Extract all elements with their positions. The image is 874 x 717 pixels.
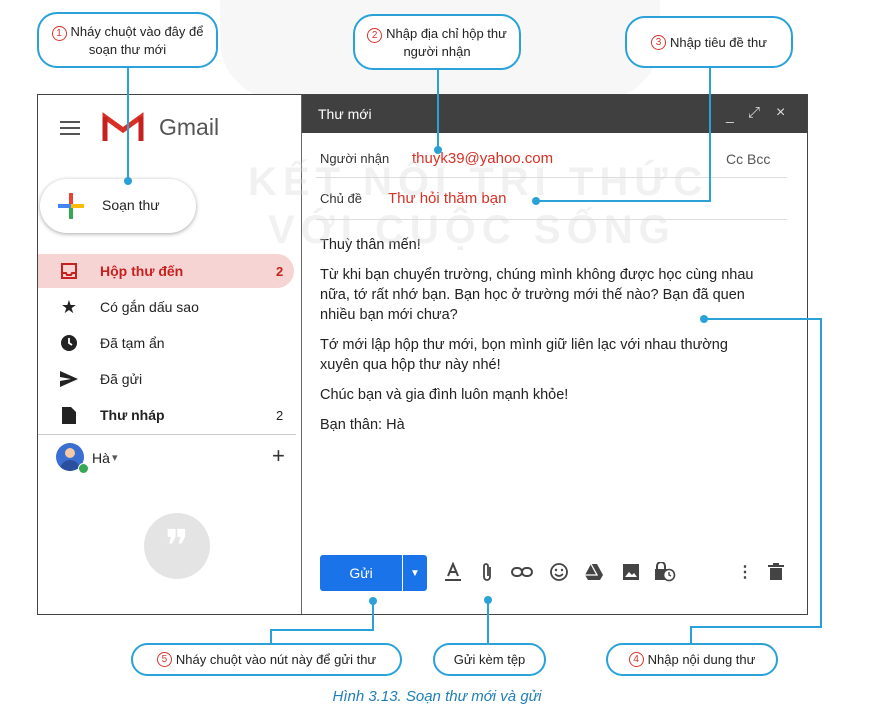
- callout-5-dot: [369, 597, 377, 605]
- formatting-icon[interactable]: [442, 561, 464, 583]
- sidebar-item-sent[interactable]: Đã gửi: [38, 362, 298, 396]
- attach-dot: [484, 596, 492, 604]
- callout-4-connector-h2: [690, 626, 822, 628]
- compose-header: Thư mới _ ⤢ ×: [302, 95, 807, 133]
- callout-send: 5 Nháy chuột vào nút này để gửi thư: [131, 643, 402, 676]
- send-button[interactable]: Gửi: [320, 555, 402, 591]
- emoji-icon[interactable]: [548, 561, 570, 583]
- callout-5-connector-h: [270, 629, 374, 631]
- callout-2-dot: [434, 146, 442, 154]
- confidential-mode-icon[interactable]: [654, 561, 676, 583]
- inbox-count: 2: [276, 263, 284, 279]
- clock-icon: [59, 333, 79, 353]
- body-paragraph: Chúc bạn và gia đình luôn mạnh khỏe!: [320, 387, 569, 403]
- callout-4-connector-v2: [690, 626, 692, 644]
- callout-recipient: 2 Nhập địa chỉ hộp thư người nhận: [353, 14, 521, 70]
- body-paragraph: Tớ mới lập hộp thư mới, bọn mình giữ liê…: [320, 337, 728, 373]
- callout-number: 4: [628, 652, 644, 667]
- callout-4-dot: [700, 315, 708, 323]
- body-signature: Bạn thân: Hà: [320, 417, 405, 433]
- sidebar-item-label: Đã gửi: [100, 371, 143, 387]
- more-options-icon[interactable]: ⋮: [734, 561, 756, 583]
- compose-button[interactable]: Soạn thư: [40, 179, 196, 233]
- sidebar-divider: [38, 434, 296, 435]
- attach-icon[interactable]: [476, 561, 498, 583]
- hangouts-icon: ❞: [144, 513, 210, 579]
- sidebar-item-label: Đã tạm ẩn: [100, 335, 165, 351]
- callout-3-connector-h: [536, 200, 711, 202]
- callout-subject: 3 Nhập tiêu đề thư: [625, 16, 793, 68]
- callout-text: Nhập địa chỉ hộp thư người nhận: [386, 25, 507, 59]
- menu-icon[interactable]: [60, 121, 80, 137]
- user-name[interactable]: Hà: [92, 450, 110, 466]
- expand-icon[interactable]: ⤢: [748, 104, 760, 121]
- callout-text: Gửi kèm tệp: [453, 652, 526, 667]
- sidebar-item-inbox[interactable]: Hộp thư đến 2: [38, 254, 298, 288]
- sidebar-item-label: Hộp thư đến: [100, 263, 184, 279]
- callout-compose: 1 Nháy chuột vào đây để soạn thư mới: [37, 12, 218, 68]
- drive-icon[interactable]: [583, 561, 605, 583]
- callout-text: Nhập tiêu đề thư: [670, 34, 767, 50]
- sidebar-item-label: Có gắn dấu sao: [100, 299, 199, 315]
- callout-number: 5: [156, 652, 172, 667]
- drafts-count: 2: [276, 407, 284, 423]
- watermark-line2: VỚI CUỘC SỐNG: [268, 208, 676, 252]
- send-icon: [59, 369, 79, 389]
- callout-number: 2: [367, 27, 383, 43]
- compose-label: Soạn thư: [102, 197, 160, 213]
- gmail-logo-text: Gmail: [159, 114, 220, 140]
- add-account-icon[interactable]: +: [272, 443, 285, 469]
- close-icon[interactable]: ×: [776, 104, 785, 122]
- plus-icon: [58, 193, 84, 219]
- minimize-icon[interactable]: _: [726, 107, 734, 123]
- cc-bcc-link[interactable]: Cc Bcc: [726, 151, 770, 167]
- figure-caption: Hình 3.13. Soạn thư mới và gửi: [332, 688, 542, 705]
- callout-1-dot: [124, 177, 132, 185]
- callout-3-dot: [532, 197, 540, 205]
- sidebar-item-snoozed[interactable]: Đã tạm ẩn: [38, 326, 298, 360]
- callout-4-connector-h: [704, 318, 822, 320]
- callout-number: 1: [51, 25, 67, 41]
- callout-text: Nháy chuột vào nút này để gửi thư: [175, 652, 377, 667]
- compose-title: Thư mới: [318, 106, 372, 122]
- callout-5-connector-v: [372, 601, 374, 631]
- sidebar-item-label: Thư nháp: [100, 407, 165, 423]
- online-status-dot: [78, 463, 89, 474]
- insert-photo-icon[interactable]: [620, 561, 642, 583]
- callout-4-connector-v: [820, 318, 822, 628]
- message-body[interactable]: Thuỳ thân mến! Từ khi bạn chuyển trường,…: [320, 235, 768, 445]
- gmail-logo-icon: [102, 111, 144, 143]
- callout-attach: Gửi kèm tệp: [433, 643, 546, 676]
- watermark-line1: KẾT NỐI TRI THỨC: [248, 160, 709, 204]
- sidebar-item-drafts[interactable]: Thư nháp 2: [38, 398, 298, 432]
- attach-connector: [487, 600, 489, 644]
- chevron-down-icon[interactable]: ▾: [112, 451, 118, 464]
- callout-text: Nhập nội dung thư: [647, 652, 756, 667]
- callout-body: 4 Nhập nội dung thư: [606, 643, 778, 676]
- inbox-icon: [59, 261, 79, 281]
- send-button-label: Gửi: [349, 565, 373, 581]
- callout-5-connector-v2: [270, 629, 272, 643]
- draft-file-icon: [59, 405, 79, 425]
- callout-3-connector-v: [709, 68, 711, 202]
- callout-2-connector: [437, 70, 439, 150]
- star-icon: ★: [60, 296, 78, 317]
- callout-text: Nháy chuột vào đây để soạn thư mới: [70, 23, 204, 57]
- callout-1-connector: [127, 68, 129, 182]
- trash-icon[interactable]: [765, 561, 787, 583]
- link-icon[interactable]: [511, 561, 533, 583]
- sidebar-item-starred[interactable]: ★ Có gắn dấu sao: [38, 290, 298, 324]
- send-options-button[interactable]: ▼: [403, 555, 427, 591]
- callout-number: 3: [651, 34, 667, 50]
